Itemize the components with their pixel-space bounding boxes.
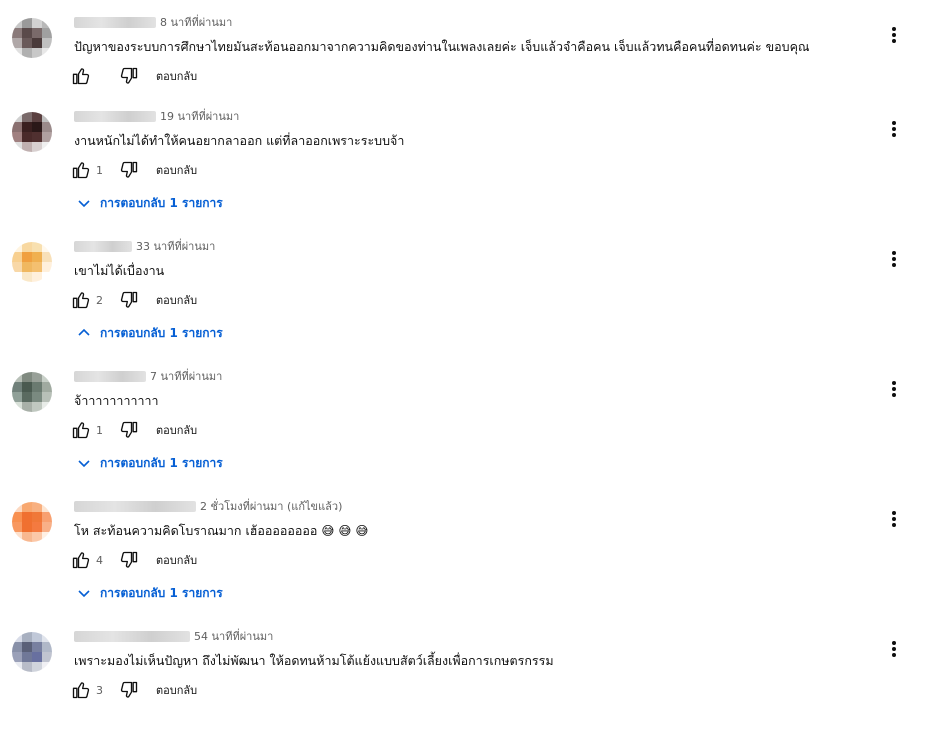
author-name-blurred[interactable] xyxy=(74,370,146,382)
replies-count-label: การตอบกลับ 1 รายการ xyxy=(100,325,223,340)
comment-text: เพราะมองไม่เห็นปัญหา ถึงไม่พัฒนา ให้อดทน… xyxy=(74,653,554,668)
thumb-down-icon[interactable] xyxy=(118,419,140,441)
like-count: 1 xyxy=(96,163,103,177)
comment-timestamp[interactable]: 54 นาทีที่ผ่านมา xyxy=(194,627,273,645)
replies-toggle[interactable]: การตอบกลับ 1 รายการ xyxy=(76,323,223,343)
comment-item: 33 นาทีที่ผ่านมาเขาไม่ได้เบื่องาน 2 ตอบกลั… xyxy=(0,230,929,360)
thumb-up-icon[interactable] xyxy=(70,549,92,571)
chevron-down-icon xyxy=(76,585,92,601)
comment-text: งานหนักไม่ได้ทำให้คนอยากลาออก แต่ที่ลาออ… xyxy=(74,133,405,148)
comment-actions: 4 ตอบกลับ xyxy=(70,548,197,572)
thumb-down-icon[interactable] xyxy=(118,289,140,311)
replies-count-label: การตอบกลับ 1 รายการ xyxy=(100,455,223,470)
thumb-down-icon[interactable] xyxy=(118,159,140,181)
thumb-up-icon[interactable] xyxy=(70,289,92,311)
more-vert-icon[interactable] xyxy=(884,23,904,47)
comment-item: 54 นาทีที่ผ่านมาเพราะมองไม่เห็นปัญหา ถึง… xyxy=(0,620,929,750)
author-name-blurred[interactable] xyxy=(74,16,156,28)
thumb-down-icon[interactable] xyxy=(118,549,140,571)
comment-header: 2 ชั่วโมงที่ผ่านมา (แก้ไขแล้ว) xyxy=(74,497,342,515)
comment-text: ปัญหาของระบบการศึกษาไทยมันสะท้อนออกมาจาก… xyxy=(74,39,810,54)
comment-text: โห สะท้อนความคิดโบราณมาก เฮ้ออออออออ 😅 😅… xyxy=(74,523,369,538)
thumb-down-icon[interactable] xyxy=(118,679,140,701)
like-count: 2 xyxy=(96,293,103,307)
thumb-down-icon[interactable] xyxy=(118,65,140,87)
comment-header: 33 นาทีที่ผ่านมา xyxy=(74,237,215,255)
reply-button[interactable]: ตอบกลับ xyxy=(156,421,197,439)
avatar[interactable] xyxy=(12,372,52,412)
comment-item: 7 นาทีที่ผ่านมาจ้าาาาาาาาาาา 1 ตอบกลับการต… xyxy=(0,360,929,490)
chevron-up-icon xyxy=(76,325,92,341)
comment-timestamp[interactable]: 7 นาทีที่ผ่านมา xyxy=(150,367,222,385)
comment-header: 8 นาทีที่ผ่านมา xyxy=(74,13,232,31)
reply-button[interactable]: ตอบกลับ xyxy=(156,551,197,569)
like-count: 3 xyxy=(96,683,103,697)
comment-header: 7 นาทีที่ผ่านมา xyxy=(74,367,222,385)
comment-timestamp[interactable]: 19 นาทีที่ผ่านมา xyxy=(160,107,239,125)
comment-item: 19 นาทีที่ผ่านมางานหนักไม่ได้ทำให้คนอยาก… xyxy=(0,100,929,230)
comment-timestamp[interactable]: 2 ชั่วโมงที่ผ่านมา (แก้ไขแล้ว) xyxy=(200,497,342,515)
replies-count-label: การตอบกลับ 1 รายการ xyxy=(100,195,223,210)
reply-button[interactable]: ตอบกลับ xyxy=(156,67,197,85)
author-name-blurred[interactable] xyxy=(74,110,156,122)
avatar[interactable] xyxy=(12,502,52,542)
more-vert-icon[interactable] xyxy=(884,117,904,141)
chevron-down-icon xyxy=(76,195,92,211)
like-count: 4 xyxy=(96,553,103,567)
author-name-blurred[interactable] xyxy=(74,240,132,252)
comment-timestamp[interactable]: 33 นาทีที่ผ่านมา xyxy=(136,237,215,255)
replies-toggle[interactable]: การตอบกลับ 1 รายการ xyxy=(76,193,223,213)
comment-text: จ้าาาาาาาาาาา xyxy=(74,393,159,408)
comment-actions: 1 ตอบกลับ xyxy=(70,158,197,182)
comment-header: 54 นาทีที่ผ่านมา xyxy=(74,627,273,645)
comment-text: เขาไม่ได้เบื่องาน xyxy=(74,263,165,278)
more-vert-icon[interactable] xyxy=(884,377,904,401)
comment-actions: 2 ตอบกลับ xyxy=(70,288,197,312)
avatar[interactable] xyxy=(12,18,52,58)
replies-count-label: การตอบกลับ 1 รายการ xyxy=(100,585,223,600)
thumb-up-icon[interactable] xyxy=(70,65,92,87)
chevron-down-icon xyxy=(76,455,92,471)
thumb-up-icon[interactable] xyxy=(70,159,92,181)
reply-button[interactable]: ตอบกลับ xyxy=(156,681,197,699)
reply-button[interactable]: ตอบกลับ xyxy=(156,161,197,179)
comment-actions: ตอบกลับ xyxy=(70,64,197,88)
author-name-blurred[interactable] xyxy=(74,500,196,512)
avatar[interactable] xyxy=(12,242,52,282)
comment-item: 2 ชั่วโมงที่ผ่านมา (แก้ไขแล้ว) โห สะท้อนค… xyxy=(0,490,929,620)
thumb-up-icon[interactable] xyxy=(70,679,92,701)
author-name-blurred[interactable] xyxy=(74,630,190,642)
avatar[interactable] xyxy=(12,112,52,152)
thumb-up-icon[interactable] xyxy=(70,419,92,441)
like-count: 1 xyxy=(96,423,103,437)
comment-actions: 3 ตอบกลับ xyxy=(70,678,197,702)
reply-button[interactable]: ตอบกลับ xyxy=(156,291,197,309)
comment-header: 19 นาทีที่ผ่านมา xyxy=(74,107,239,125)
avatar[interactable] xyxy=(12,632,52,672)
more-vert-icon[interactable] xyxy=(884,247,904,271)
replies-toggle[interactable]: การตอบกลับ 1 รายการ xyxy=(76,583,223,603)
more-vert-icon[interactable] xyxy=(884,507,904,531)
more-vert-icon[interactable] xyxy=(884,637,904,661)
comment-timestamp[interactable]: 8 นาทีที่ผ่านมา xyxy=(160,13,232,31)
replies-toggle[interactable]: การตอบกลับ 1 รายการ xyxy=(76,453,223,473)
comment-actions: 1 ตอบกลับ xyxy=(70,418,197,442)
